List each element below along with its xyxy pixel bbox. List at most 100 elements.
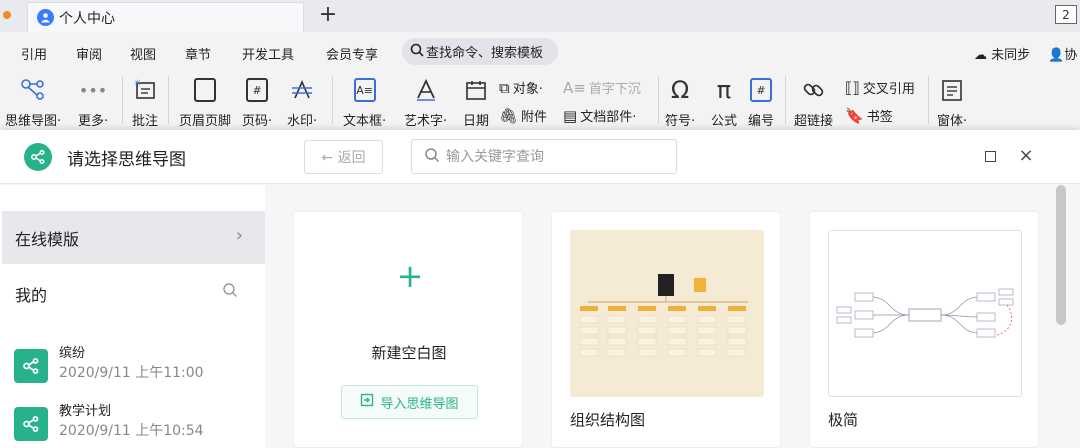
page-number-button[interactable]: # 页码· [242, 76, 272, 129]
menu-view[interactable]: 视图 [130, 44, 156, 63]
svg-text:✳: ✳ [134, 79, 142, 89]
comment-button[interactable]: ✳ 批注 [132, 76, 158, 129]
sync-label: 未同步 [991, 48, 1031, 63]
more-dots-icon: ••• [78, 80, 108, 100]
tab-strip: 个人中心 + 2 [0, 0, 1080, 32]
mindmap-dialog: 请选择思维导图 ← 返回 × 在线模版 › 我的 缤纷 2020/9/11 上午… [0, 130, 1080, 448]
mindmap-button[interactable]: 思维导图· [5, 76, 61, 129]
cross-ref-icon: ⟦⟧ [845, 78, 860, 97]
template-card-org-chart[interactable]: 组织结构图 [551, 211, 781, 448]
wordart-label: 艺术字· [404, 114, 448, 129]
maximize-icon[interactable] [985, 151, 996, 162]
symbol-label: 符号· [665, 114, 696, 129]
numbering-label: 编号 [748, 114, 775, 129]
minimal-thumbnail [828, 230, 1022, 397]
doc-parts-button[interactable]: ▤ 文档部件· [563, 106, 636, 126]
sidebar-item-online-templates[interactable]: 在线模版 › [2, 211, 265, 264]
template-search[interactable] [411, 139, 677, 174]
menu-member[interactable]: 会员专享 [326, 44, 378, 63]
watermark-label: 水印· [287, 114, 318, 129]
pi-icon: π [716, 76, 732, 104]
header-footer-label: 页眉页脚 [179, 114, 232, 129]
user-icon [37, 9, 54, 26]
window-count-badge[interactable]: 2 [1055, 5, 1077, 24]
comment-label: 批注 [132, 114, 159, 129]
sidebar-item-mine[interactable]: 我的 [15, 282, 47, 306]
textbox-button[interactable]: A≡ 文本框· [343, 76, 386, 129]
back-button[interactable]: ← 返回 [304, 140, 383, 174]
tab-title: 个人中心 [59, 10, 115, 27]
attachment-label: 附件 [521, 110, 548, 125]
collab-button[interactable]: 👤协 [1048, 44, 1077, 63]
divider [928, 76, 929, 124]
window-form-button[interactable]: 窗体· [937, 76, 967, 129]
scrollbar[interactable] [1056, 185, 1066, 325]
hyperlink-label: 超链接 [794, 114, 834, 129]
comment-icon: ✳ [132, 76, 158, 104]
command-search-label: 查找命令、搜索模板 [426, 46, 544, 61]
attachment-button[interactable]: 🖇 附件 [499, 106, 548, 126]
header-footer-icon [192, 76, 218, 104]
symbol-button[interactable]: Ω 符号· [665, 76, 695, 129]
person-add-icon: 👤 [1048, 48, 1065, 63]
import-label: 导入思维导图 [380, 396, 459, 412]
wordart-button[interactable]: 艺术字· [404, 76, 447, 129]
mindmap-share-icon [24, 143, 52, 171]
list-item[interactable]: 缤纷 2020/9/11 上午11:00 [14, 342, 254, 386]
command-search[interactable]: 查找命令、搜索模板 [402, 38, 558, 65]
new-blank-label: 新建空白图 [371, 344, 447, 362]
menu-review[interactable]: 审阅 [76, 44, 102, 63]
menu-developer[interactable]: 开发工具 [242, 44, 294, 63]
org-chart-thumbnail [570, 230, 764, 397]
form-icon [939, 76, 965, 104]
template-search-input[interactable] [446, 148, 656, 165]
sync-status[interactable]: ☁ 未同步 [974, 44, 1030, 63]
textbox-icon: A≡ [352, 76, 378, 104]
wordart-icon [413, 76, 439, 104]
numbering-button[interactable]: # 编号 [748, 76, 774, 129]
divider [122, 76, 123, 124]
menu-section[interactable]: 章节 [185, 44, 211, 63]
search-icon[interactable] [222, 282, 238, 302]
formula-label: 公式 [711, 114, 738, 129]
template-label: 极简 [828, 411, 859, 429]
calendar-icon [463, 76, 489, 104]
watermark-icon [289, 76, 315, 104]
import-mindmap-button[interactable]: 导入思维导图 [341, 385, 478, 419]
template-card-minimal[interactable]: 极简 [809, 211, 1039, 448]
cloud-icon: ☁ [974, 48, 987, 63]
formula-button[interactable]: π 公式 [711, 76, 737, 129]
close-icon[interactable]: × [1018, 145, 1034, 166]
menu-references[interactable]: 引用 [21, 44, 47, 63]
new-blank-card[interactable]: + 新建空白图 导入思维导图 [293, 211, 523, 448]
window-form-label: 窗体· [937, 114, 968, 129]
dialog-title: 请选择思维导图 [67, 150, 186, 170]
new-tab-plus-icon[interactable]: + [317, 3, 339, 27]
mindmap-icon [20, 76, 46, 104]
bookmark-label: 书签 [866, 110, 893, 125]
page-number-icon: # [244, 76, 270, 104]
file-name: 缤纷 [59, 346, 86, 361]
list-item[interactable]: 教学计划 2020/9/11 上午10:54 [14, 400, 254, 444]
date-button[interactable]: 日期 [463, 76, 489, 129]
more-button[interactable]: ••• 更多· [78, 76, 108, 130]
tab-personal-center[interactable]: 个人中心 [27, 2, 304, 32]
hyperlink-button[interactable]: 超链接 [794, 76, 833, 129]
object-icon: ⧉ [499, 78, 510, 97]
cross-ref-button[interactable]: ⟦⟧ 交叉引用 [845, 78, 915, 98]
watermark-button[interactable]: 水印· [287, 76, 317, 129]
object-button[interactable]: ⧉ 对象· [499, 78, 543, 98]
omega-icon: Ω [670, 76, 690, 104]
dropcap-icon: A≡ [563, 78, 586, 97]
bookmark-button[interactable]: 🔖 书签 [845, 106, 893, 126]
numbering-icon: # [748, 76, 774, 104]
mindmap-file-icon [14, 349, 48, 383]
bookmark-icon: 🔖 [845, 106, 864, 125]
search-icon [424, 147, 440, 167]
dropcap-label: 首字下沉 [588, 82, 641, 97]
object-label: 对象· [512, 82, 543, 97]
ribbon-toolbar: 思维导图· ••• 更多· ✳ 批注 页眉页脚 # 页码· 水印· A≡ 文本框… [0, 72, 1080, 130]
dropcap-button[interactable]: A≡ 首字下沉 [563, 78, 641, 98]
header-footer-button[interactable]: 页眉页脚 [179, 76, 231, 129]
mindmap-label: 思维导图· [5, 114, 62, 129]
